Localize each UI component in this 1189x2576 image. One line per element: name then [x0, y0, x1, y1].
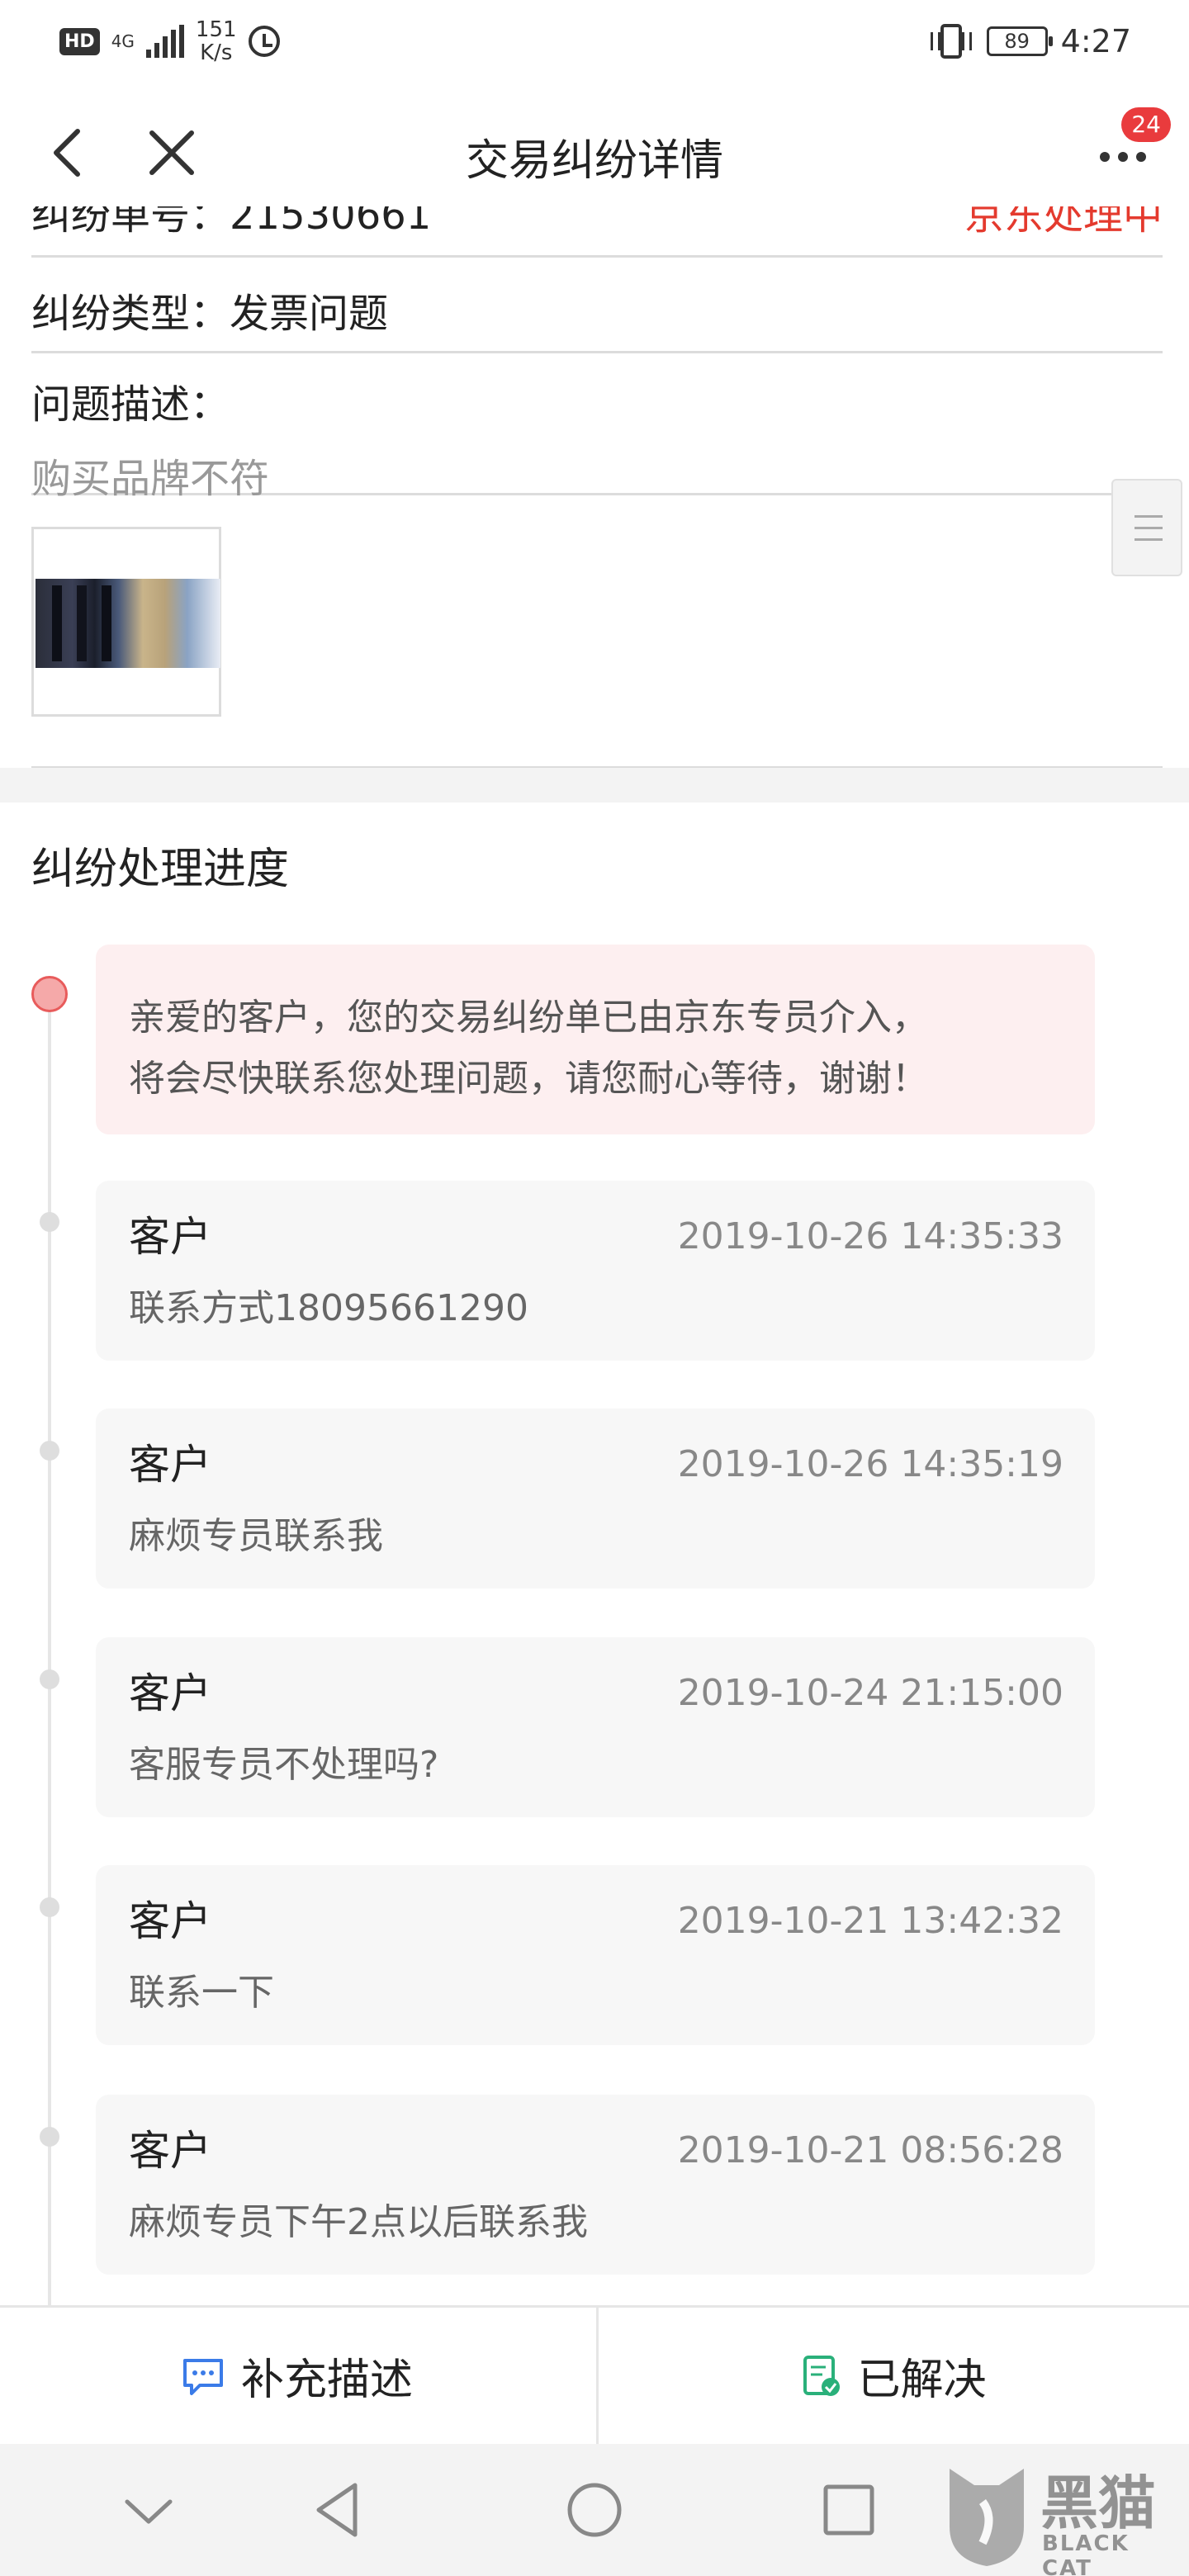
network-type: 4G — [111, 31, 135, 51]
message-count-badge: 24 — [1121, 107, 1171, 142]
more-dot-icon — [1118, 152, 1128, 162]
dispute-number-label: 纠纷单号： — [31, 206, 230, 239]
entry-message: 麻烦专员下午2点以后联系我 — [129, 2201, 588, 2243]
speed-value: 151 — [195, 17, 237, 42]
progress-entry: 客户 2019-10-21 08:56:28 麻烦专员下午2点以后联系我 — [96, 2095, 1095, 2275]
nav-back-button[interactable] — [307, 2477, 373, 2543]
timeline-dot — [40, 1212, 59, 1232]
progress-entry: 客户 2019-10-24 21:15:00 客服专员不处理吗? — [96, 1637, 1095, 1817]
entry-time: 2019-10-26 14:35:33 — [677, 1215, 1063, 1257]
entry-author: 客户 — [129, 2127, 211, 2175]
dispute-type-value: 发票问题 — [230, 291, 389, 337]
dispute-type-label: 纠纷类型： — [31, 291, 230, 337]
entry-time: 2019-10-21 13:42:32 — [677, 1900, 1063, 1942]
resolved-check-icon — [803, 2355, 841, 2396]
battery-icon: 89 — [986, 26, 1053, 56]
nav-home-icon — [567, 2483, 622, 2537]
entry-time: 2019-10-26 14:35:19 — [677, 1443, 1063, 1485]
description-label: 问题描述： — [31, 381, 230, 428]
nav-hide-button[interactable] — [116, 2477, 182, 2543]
progress-section-title: 纠纷处理进度 — [31, 845, 290, 894]
dispute-number-value: 21530661 — [230, 206, 432, 239]
notice-line: 将会尽快联系您处理问题，请您耐心等待，谢谢！ — [129, 1058, 928, 1100]
dispute-type-row: 纠纷类型：发票问题 — [31, 274, 1163, 353]
dispute-description-row: 问题描述： 购买品牌不符 — [31, 355, 1163, 502]
entry-message: 客服专员不处理吗? — [129, 1744, 439, 1786]
entry-author: 客户 — [129, 1213, 211, 1261]
status-bar: HD 4G 151 K/s 89 4:27 — [0, 0, 1189, 83]
hd-indicator: HD — [59, 27, 100, 55]
entry-message: 麻烦专员联系我 — [129, 1515, 383, 1557]
chat-bubble-icon — [182, 2358, 223, 2395]
notice-line: 亲爱的客户，您的交易纠纷单已由京东专员介入， — [129, 997, 928, 1039]
evidence-image — [36, 579, 220, 668]
system-notice: 亲爱的客户，您的交易纠纷单已由京东专员介入， 将会尽快联系您处理问题，请您耐心等… — [96, 945, 1095, 1134]
watermark-text: 黑猫 — [1040, 2469, 1156, 2537]
resolved-button[interactable]: 已解决 — [596, 2308, 1189, 2444]
nav-recents-button[interactable] — [816, 2477, 882, 2543]
signal-icon — [145, 25, 184, 58]
app-header: 交易纠纷详情 24 — [0, 83, 1189, 223]
resolved-label: 已解决 — [857, 2356, 987, 2405]
evidence-image-thumbnail[interactable] — [31, 527, 221, 717]
supplement-description-button[interactable]: 补充描述 — [0, 2308, 593, 2444]
watermark: 黑猫 BLACK CAT — [941, 2452, 1172, 2576]
timeline-dot — [40, 1669, 59, 1689]
entry-time: 2019-10-24 21:15:00 — [677, 1672, 1063, 1714]
description-text: 购买品牌不符 — [31, 456, 270, 502]
more-dot-icon — [1100, 152, 1110, 162]
watermark-subtext: BLACK CAT — [1042, 2531, 1130, 2576]
cat-logo-icon — [950, 2469, 1024, 2566]
vibrate-icon — [930, 24, 972, 59]
progress-entry: 客户 2019-10-26 14:35:33 联系方式18095661290 — [96, 1181, 1095, 1361]
nav-home-button[interactable] — [561, 2477, 628, 2543]
chevron-down-icon — [125, 2499, 173, 2524]
speed-unit: K/s — [200, 40, 233, 65]
entry-author: 客户 — [129, 1441, 211, 1489]
more-dot-icon — [1136, 152, 1146, 162]
entry-author: 客户 — [129, 1669, 211, 1717]
timeline-current-dot — [31, 976, 68, 1012]
bottom-action-bar: 补充描述 已解决 — [0, 2305, 1189, 2444]
alarm-icon — [248, 26, 280, 57]
scroll-handle[interactable] — [1111, 479, 1182, 576]
progress-entry: 客户 2019-10-21 13:42:32 联系一下 — [96, 1865, 1095, 2045]
page-title: 交易纠纷详情 — [465, 136, 723, 186]
dispute-number-row: 纠纷单号：21530661 京东处理中 — [31, 206, 1163, 258]
timeline-dot — [40, 1441, 59, 1461]
section-separator — [0, 768, 1189, 803]
supplement-label: 补充描述 — [240, 2356, 413, 2405]
timeline-line — [48, 991, 51, 2312]
timeline-dot — [40, 1897, 59, 1917]
entry-message: 联系一下 — [129, 1972, 274, 2014]
nav-back-icon — [316, 2483, 358, 2537]
entry-time: 2019-10-21 08:56:28 — [677, 2129, 1063, 2171]
entry-author: 客户 — [129, 1897, 211, 1945]
nav-recents-icon — [823, 2484, 874, 2536]
dispute-status: 京东处理中 — [964, 206, 1163, 239]
dispute-info: 纠纷单号：21530661 京东处理中 纠纷类型：发票问题 问题描述： 购买品牌… — [0, 206, 1189, 769]
entry-message: 联系方式18095661290 — [129, 1287, 528, 1329]
progress-entry: 客户 2019-10-26 14:35:19 麻烦专员联系我 — [96, 1409, 1095, 1589]
network-speed: 151 K/s — [196, 18, 237, 64]
timeline-dot — [40, 2127, 59, 2147]
clock: 4:27 — [1060, 23, 1131, 59]
